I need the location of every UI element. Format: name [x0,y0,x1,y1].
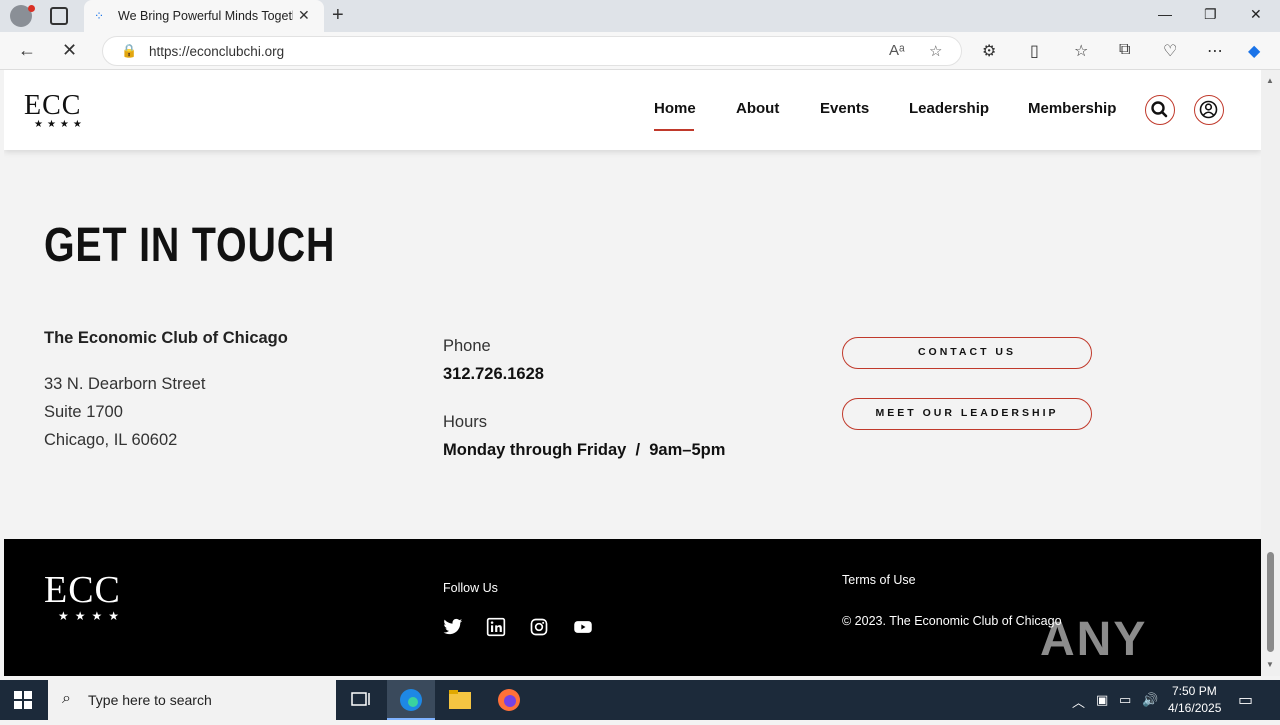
footer-logo-text: ECC [44,569,121,611]
file-explorer-icon[interactable] [436,680,484,720]
address-line-1: 33 N. Dearborn Street [44,375,206,393]
more-options-icon[interactable]: ⋯ [1207,41,1223,61]
network-icon[interactable]: ▭ [1119,692,1131,708]
notifications-icon[interactable]: ▭ [1238,690,1253,710]
nav-membership[interactable]: Membership [1028,100,1116,117]
split-screen-icon[interactable]: ▯ [1030,41,1039,61]
address-bar-row: ← ✕ 🔒 https://econclubchi.org Aᵃ ☆ ⚙ ▯ ☆… [0,32,1280,70]
device-icon[interactable]: ▣ [1096,692,1108,708]
youtube-icon[interactable] [573,617,593,637]
restore-button[interactable]: ❐ [1204,6,1217,23]
search-button[interactable] [1145,95,1175,125]
address-bar[interactable]: 🔒 https://econclubchi.org Aᵃ ☆ [102,36,962,66]
copilot-icon[interactable]: ◆ [1248,41,1260,61]
contact-us-button[interactable]: CONTACT US [842,337,1092,369]
nav-leadership[interactable]: Leadership [909,100,989,117]
nav-home[interactable]: Home [654,100,696,117]
stop-loading-icon[interactable]: ✕ [62,40,77,61]
taskbar-search-box[interactable]: ⌕ Type here to search [48,680,336,720]
tab-actions-icon[interactable] [50,7,68,25]
page-scrollbar[interactable]: ▲ ▼ [1261,70,1280,676]
copyright-text: © 2023. The Economic Club of Chicago [842,614,1062,628]
search-icon [1151,101,1168,118]
task-view-icon[interactable] [336,680,384,720]
favorite-star-icon[interactable]: ☆ [929,42,942,60]
notification-dot [28,5,35,12]
firefox-icon[interactable] [485,680,533,720]
footer-logo[interactable]: ECC ★★★★ [44,571,125,624]
read-aloud-icon[interactable]: Aᵃ [889,42,905,59]
windows-taskbar: ⌕ Type here to search ︿ ▣ ▭ 🔊 7:50 PM 4/… [0,680,1280,720]
url-text[interactable]: https://econclubchi.org [149,44,284,59]
address-line-2: Suite 1700 [44,403,123,421]
tab-close-icon[interactable]: ✕ [298,7,310,24]
taskbar-search-placeholder: Type here to search [88,692,212,708]
site-footer: ECC ★★★★ Follow Us Terms of Use © 2023. … [4,539,1261,676]
close-window-button[interactable]: ✕ [1250,6,1262,23]
footer-logo-stars: ★★★★ [58,609,126,623]
scroll-thumb[interactable] [1267,552,1274,652]
scroll-down-arrow[interactable]: ▼ [1266,660,1274,669]
follow-us-label: Follow Us [443,581,498,595]
linkedin-icon[interactable] [486,617,506,637]
anyrun-watermark: ANY RUN [1040,613,1148,676]
edge-browser-icon[interactable] [387,680,435,720]
user-icon [1199,100,1218,119]
hours-label: Hours [443,413,488,431]
browser-tab[interactable]: ⁘ We Bring Powerful Minds Togeth ✕ [84,0,324,32]
clock-date[interactable]: 4/16/2025 [1168,701,1221,715]
search-icon: ⌕ [62,690,71,707]
twitter-icon[interactable] [443,617,463,637]
meet-leadership-button[interactable]: MEET OUR LEADERSHIP [842,398,1092,430]
windows-start-icon[interactable] [14,691,32,709]
terms-of-use-link[interactable]: Terms of Use [842,573,916,587]
browser-essentials-icon[interactable]: ♡ [1163,41,1177,61]
nav-events[interactable]: Events [820,100,869,117]
address-line-3: Chicago, IL 60602 [44,431,178,449]
tray-chevron-icon[interactable]: ︿ [1072,692,1085,711]
tab-title: We Bring Powerful Minds Togeth [118,9,293,23]
org-name: The Economic Club of Chicago [44,329,288,347]
browser-tab-bar: ⁘ We Bring Powerful Minds Togeth ✕ + — ❐… [0,0,1280,32]
new-tab-button[interactable]: + [332,4,344,27]
hours-value: Monday through Friday / 9am–5pm [443,441,726,459]
extensions-icon[interactable]: ⚙ [982,41,996,61]
active-nav-indicator [654,129,694,131]
clock-time[interactable]: 7:50 PM [1172,684,1217,698]
account-button[interactable] [1194,95,1224,125]
volume-icon[interactable]: 🔊 [1142,692,1158,708]
web-page: ECC ★★★★ Home About Events Leadership Me… [4,70,1261,676]
logo-stars: ★★★★ [34,119,86,130]
nav-about[interactable]: About [736,100,779,117]
phone-label: Phone [443,337,491,355]
section-title: GET IN TOUCH [44,219,336,272]
loading-icon: ⁘ [94,9,105,23]
site-header: ECC ★★★★ Home About Events Leadership Me… [4,70,1261,150]
favorites-icon[interactable]: ☆ [1074,41,1088,61]
collections-icon[interactable]: ⧉ [1119,41,1130,59]
site-logo[interactable]: ECC ★★★★ [24,92,86,130]
scroll-up-arrow[interactable]: ▲ [1266,76,1274,85]
back-arrow-icon[interactable]: ← [18,40,36,61]
instagram-icon[interactable] [529,617,549,637]
lock-icon[interactable]: 🔒 [121,43,137,59]
minimize-button[interactable]: — [1158,6,1172,22]
logo-text: ECC [24,90,82,121]
phone-number[interactable]: 312.726.1628 [443,365,544,384]
